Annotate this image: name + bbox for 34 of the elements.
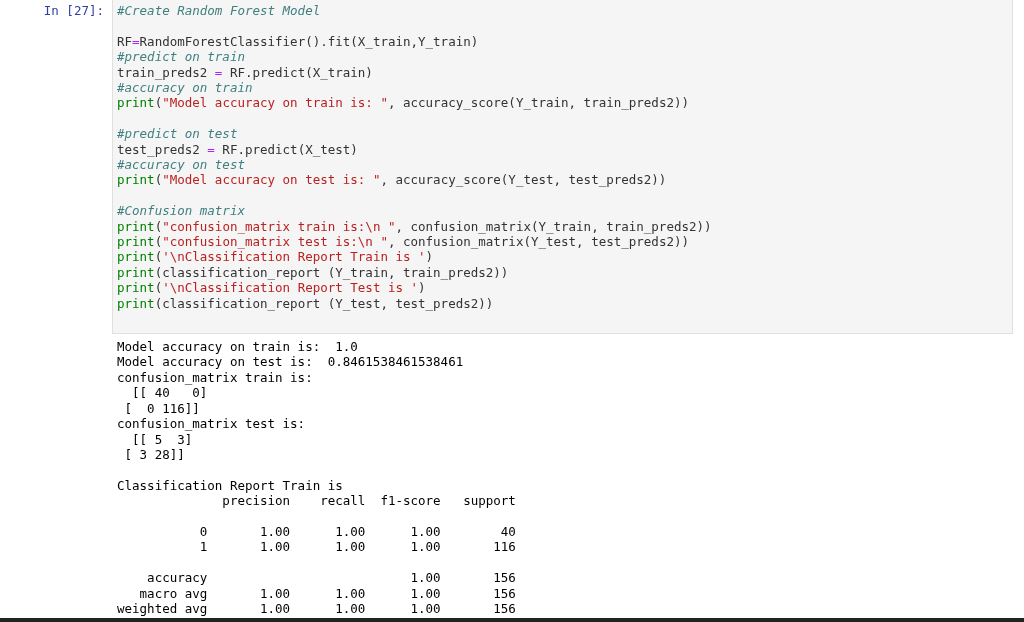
code-line: print("confusion_matrix test is:\n ", confusion_matrix(Y_test, test_preds2)) (117, 234, 689, 250)
code-line: #Create Random Forest Model (117, 3, 321, 19)
code-line: RF=RandomForestClassifier().fit(X_train,Y_train) (117, 33, 479, 50)
code-line: print(classification_report (Y_test, test_preds2)) (117, 295, 494, 312)
output-line: accuracy 1.00 156 (146, 570, 516, 586)
output-line: 0 1.00 1.00 1.00 40 (198, 523, 516, 540)
output-line: confusion_matrix train is: (117, 369, 313, 386)
code-line: print("confusion_matrix train is:\n ", confusion_matrix(Y_train, train_preds2)) (117, 218, 712, 235)
code-line: #predict on test (117, 126, 238, 142)
code-line: test_preds2 = RF.predict(X_test) (117, 141, 358, 158)
code-line: #accuracy on test (117, 157, 245, 173)
output-line: macro avg 1.00 1.00 1.00 156 (138, 585, 516, 601)
output-line: Model accuracy on train is: 1.0 (117, 339, 358, 355)
output-line: 1 1.00 1.00 1.00 116 (198, 539, 516, 555)
code-line: print("Model accuracy on test is: ", accuracy_score(Y_test, test_preds2)) (117, 172, 667, 188)
code-line: print(classification_report (Y_train, train_preds2)) (117, 264, 509, 281)
cell-prompt: In [27]: (42, 2, 105, 19)
code-cell[interactable] (112, 0, 1013, 335)
output-line: Model accuracy on test is: 0.8461538461538461 (117, 354, 464, 370)
output-line: [[ 5 3] (131, 431, 193, 447)
output-line: confusion_matrix test is: (117, 416, 306, 432)
code-line: print("Model accuracy on train is: ", accuracy_score(Y_train, train_preds2)) (117, 95, 689, 111)
output-line: [[ 40 0] (131, 385, 208, 401)
output-line: [ 0 116]] (123, 400, 200, 417)
code-line: #accuracy on train (117, 80, 253, 96)
output-line: [ 3 28]] (123, 446, 185, 463)
code-line: #predict on train (117, 49, 245, 65)
output-line: Classification Report Train is (117, 477, 343, 494)
code-line: #Confusion matrix (117, 203, 245, 219)
code-line: train_preds2 = RF.predict(X_train) (117, 64, 373, 80)
code-line: print('\nClassification Report Test is ') (117, 280, 426, 296)
output-line: precision recall f1-score support (221, 493, 516, 509)
code-line: print('\nClassification Report Train is ') (117, 249, 434, 265)
output-line: weighted avg 1.00 1.00 1.00 156 (117, 600, 516, 617)
